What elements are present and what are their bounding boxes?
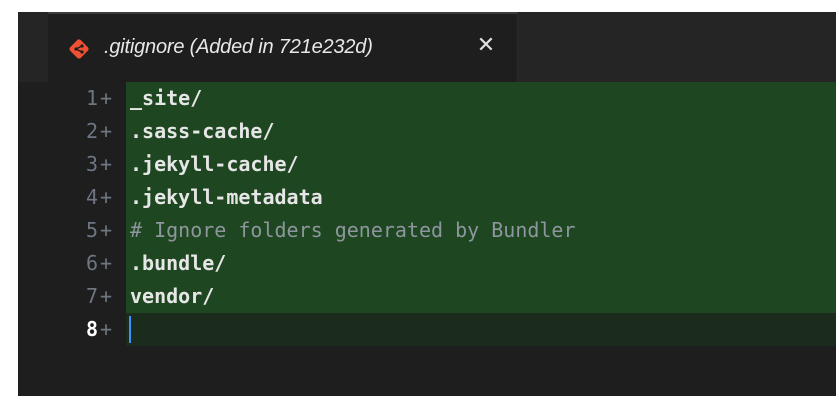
code-text: .sass-cache/ xyxy=(130,119,275,143)
added-line-highlight xyxy=(126,247,836,280)
editor-window: .gitignore (Added in 721e232d) ✕ 1 + _si… xyxy=(18,12,836,396)
added-line-marker: + xyxy=(100,119,113,143)
code-text: _site/ xyxy=(130,86,203,110)
added-line-marker: + xyxy=(100,317,113,341)
code-line: 1 + _site/ xyxy=(18,82,836,115)
added-line-marker: + xyxy=(100,251,113,275)
code-text: .jekyll-cache/ xyxy=(130,152,299,176)
code-line: 6 + .bundle/ xyxy=(18,247,836,280)
line-number: 6 xyxy=(85,251,98,275)
code-line: 7 + vendor/ xyxy=(18,280,836,313)
code-line: 5 + # Ignore folders generated by Bundle… xyxy=(18,214,836,247)
added-line-marker: + xyxy=(100,218,113,242)
line-number: 2 xyxy=(85,119,98,143)
added-line-highlight xyxy=(126,280,836,313)
added-line-marker: + xyxy=(100,86,113,110)
code-comment: # Ignore folders generated by Bundler xyxy=(130,218,576,242)
code-line: 2 + .sass-cache/ xyxy=(18,115,836,148)
code-text: .jekyll-metadata xyxy=(130,185,323,209)
code-line: 3 + .jekyll-cache/ xyxy=(18,148,836,181)
line-number: 1 xyxy=(85,86,98,110)
code-text: vendor/ xyxy=(130,284,215,308)
added-line-marker: + xyxy=(100,152,113,176)
text-cursor xyxy=(129,316,131,343)
current-line-highlight xyxy=(126,313,836,346)
tab-gitignore-diff[interactable]: .gitignore (Added in 721e232d) ✕ xyxy=(48,12,518,82)
code-line-current[interactable]: 8 + xyxy=(18,313,836,346)
close-icon[interactable]: ✕ xyxy=(472,32,500,60)
line-number: 4 xyxy=(85,185,98,209)
git-icon xyxy=(69,39,89,59)
added-line-marker: + xyxy=(100,185,113,209)
code-text: .bundle/ xyxy=(130,251,227,275)
line-number: 8 xyxy=(85,317,98,341)
line-number: 5 xyxy=(85,218,98,242)
tab-bar: .gitignore (Added in 721e232d) ✕ xyxy=(18,12,836,82)
code-line: 4 + .jekyll-metadata xyxy=(18,181,836,214)
line-number: 7 xyxy=(85,284,98,308)
diff-editor[interactable]: 1 + _site/ 2 + .sass-cache/ 3 + .jekyll-… xyxy=(18,82,836,396)
line-number: 3 xyxy=(85,152,98,176)
added-line-highlight xyxy=(126,82,836,115)
added-line-marker: + xyxy=(100,284,113,308)
tab-title: .gitignore (Added in 721e232d) xyxy=(104,36,373,58)
